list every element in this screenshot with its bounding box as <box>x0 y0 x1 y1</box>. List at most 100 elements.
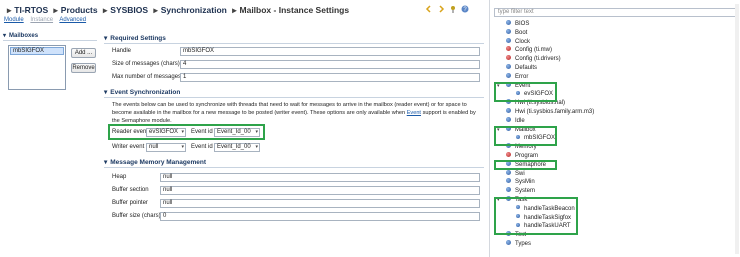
heap-field[interactable]: null <box>160 173 480 182</box>
highlight-box-event <box>494 82 557 102</box>
message-size-field[interactable]: 4 <box>180 60 480 69</box>
mailbox-list[interactable]: mbSIGFOX <box>8 45 66 90</box>
tree-item-hwi-ti-sysbios-family-arm-m3[interactable]: Hwi (ti.sysbios.family.arm.m3) <box>506 107 595 116</box>
forward-arrow-icon[interactable] <box>437 5 445 13</box>
highlight-box-reader-event <box>108 124 265 140</box>
tree-item-label: Program <box>515 153 539 159</box>
tree-item-program[interactable]: Program <box>506 151 539 160</box>
breadcrumb-item-products[interactable]: Products <box>61 5 98 15</box>
tab-advanced[interactable]: Advanced <box>59 17 86 23</box>
tree-item-defaults[interactable]: Defaults <box>506 63 537 72</box>
module-icon <box>506 116 511 122</box>
event-link[interactable]: Event <box>407 110 421 116</box>
chevron-down-icon: ▾ <box>255 144 258 150</box>
buffer-size-label: Buffer size (chars) <box>112 213 161 219</box>
tree-item-label: Types <box>515 241 532 247</box>
required-settings-title: Required Settings <box>110 35 166 42</box>
buffer-size-field[interactable]: 0 <box>160 212 480 221</box>
module-unused-icon <box>506 151 511 157</box>
writer-event-id-select[interactable]: Event_Id_00 ▾ <box>214 143 260 152</box>
handle-label: Handle <box>112 48 132 54</box>
module-icon <box>506 19 511 25</box>
max-messages-label: Max number of messages <box>112 74 182 80</box>
tree-item-label: Idle <box>515 117 525 124</box>
tab-instance: Instance <box>30 17 54 23</box>
highlight-box-task <box>494 197 578 235</box>
pin-icon[interactable] <box>449 5 457 13</box>
breadcrumb-item-sysbios[interactable]: SYSBIOS <box>110 5 148 15</box>
module-icon <box>506 63 511 69</box>
filter-input[interactable]: type filter text <box>494 8 736 17</box>
tree-item-label: Config (ti.drivers) <box>515 56 561 63</box>
mailboxes-header-label: Mailboxes <box>9 33 39 39</box>
section-divider <box>104 167 484 168</box>
writer-event-id-label: Event id <box>191 144 213 150</box>
add-mailbox-button[interactable]: Add ... <box>71 48 96 58</box>
writer-event-label: Writer event <box>112 144 145 150</box>
tree-item-sysmin[interactable]: SysMin <box>506 178 535 186</box>
tree-item-error[interactable]: Error <box>506 72 528 81</box>
collapse-caret-icon[interactable]: ▾ <box>104 159 107 166</box>
memory-management-title: Message Memory Management <box>110 159 206 166</box>
tree-item-boot[interactable]: Boot <box>506 28 528 37</box>
tree-item-bios[interactable]: BIOS <box>506 19 530 28</box>
writer-event-select[interactable]: null ▾ <box>146 143 186 152</box>
tree-item-config-ti-drivers[interactable]: Config (ti.drivers) <box>506 55 561 63</box>
breadcrumb-separator-icon: ▸ <box>232 5 237 15</box>
tree-item-idle[interactable]: Idle <box>506 116 525 125</box>
help-icon[interactable]: ? <box>461 5 469 13</box>
tree-item-system[interactable]: System <box>506 187 535 195</box>
list-item[interactable]: mbSIGFOX <box>10 47 64 55</box>
tree-item-config-ti-mw[interactable]: Config (ti.mw) <box>506 46 552 54</box>
event-sync-title: Event Synchronization <box>110 89 181 96</box>
page-title: Mailbox - Instance Settings <box>239 5 350 15</box>
section-divider <box>3 40 97 41</box>
tree-item-clock[interactable]: Clock <box>506 37 531 46</box>
module-icon <box>506 239 511 245</box>
breadcrumb: ▸ TI-RTOS ▸ Products ▸ SYSBIOS ▸ Synchroniza… <box>4 5 349 16</box>
module-icon <box>506 178 511 184</box>
collapse-caret-icon[interactable]: ▾ <box>104 89 107 96</box>
remove-mailbox-button[interactable]: Remove <box>71 63 96 73</box>
tree-item-label: Swi <box>515 170 525 177</box>
breadcrumb-separator-icon: ▸ <box>53 5 58 15</box>
breadcrumb-item-synchronization[interactable]: Synchronization <box>161 5 227 15</box>
collapse-caret-icon[interactable]: ▾ <box>104 35 107 42</box>
max-messages-field[interactable]: 1 <box>180 73 480 82</box>
back-arrow-icon[interactable] <box>425 5 433 13</box>
buffer-section-field[interactable]: null <box>160 186 480 195</box>
tree-item-label: Config (ti.mw) <box>515 47 553 54</box>
mailboxes-section-header[interactable]: ▾ Mailboxes <box>3 32 98 39</box>
outline-scrollbar[interactable] <box>735 4 739 254</box>
section-divider <box>104 97 484 98</box>
buffer-pointer-field[interactable]: null <box>160 199 480 208</box>
module-icon <box>506 28 511 34</box>
tree-item-label: Hwi (ti.sysbios.family.arm.m3) <box>515 109 595 115</box>
tree-item-label: SysMin <box>515 179 535 186</box>
tree-item-types[interactable]: Types <box>506 239 532 248</box>
module-icon <box>506 187 511 193</box>
editor-toolbar: ? <box>425 5 469 13</box>
buffer-section-label: Buffer section <box>112 187 149 193</box>
chevron-down-icon: ▾ <box>181 144 184 150</box>
heap-label: Heap <box>112 174 127 180</box>
handle-field[interactable]: mbSIGFOX <box>180 47 480 56</box>
tree-item-label: Clock <box>515 38 531 45</box>
module-unused-icon <box>506 46 511 52</box>
required-settings-header[interactable]: ▾ Required Settings <box>104 34 166 42</box>
outline-panel: type filter text BIOS Boot Clock Config (ti… <box>489 0 740 257</box>
module-unused-icon <box>506 55 511 61</box>
module-icon <box>506 37 511 43</box>
tree-item-swi[interactable]: Swi <box>506 169 525 178</box>
tab-module[interactable]: Module <box>4 17 24 23</box>
breadcrumb-separator-icon: ▸ <box>153 5 158 15</box>
tree-item-label: Boot <box>515 29 528 36</box>
event-sync-header[interactable]: ▾ Event Synchronization <box>104 88 180 96</box>
section-divider <box>104 43 484 44</box>
memory-management-header[interactable]: ▾ Message Memory Management <box>104 158 206 166</box>
tree-item-label: BIOS <box>515 21 530 27</box>
module-icon <box>506 169 511 175</box>
collapse-caret-icon[interactable]: ▾ <box>3 33 6 39</box>
breadcrumb-item-ti-rtos[interactable]: TI-RTOS <box>14 5 48 15</box>
breadcrumb-separator-icon: ▸ <box>7 5 12 15</box>
